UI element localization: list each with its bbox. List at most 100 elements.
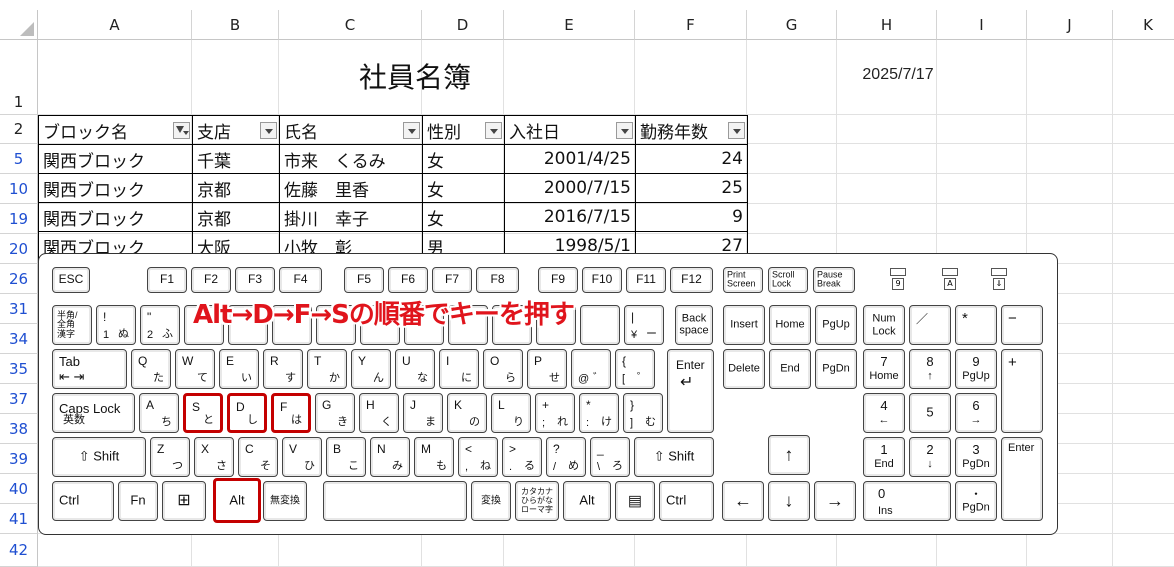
date-cell: 2025/7/17 [862, 66, 934, 83]
cell[interactable]: 24 [635, 144, 748, 174]
key-p: Pせ [527, 349, 567, 389]
column-header[interactable]: H [837, 10, 937, 40]
key-f11: F11 [626, 267, 666, 293]
key-numpad-add: + [1001, 349, 1043, 433]
filter-dropdown-icon[interactable] [616, 122, 633, 139]
cell[interactable]: 25 [635, 173, 748, 203]
key-right-alt: Alt [563, 481, 611, 521]
cell[interactable]: 女 [422, 173, 505, 203]
key-m: Mも [414, 437, 454, 477]
key-arrow-right: → [814, 481, 856, 521]
key-period: >. る [502, 437, 542, 477]
led-scrolllock: ⇓ [990, 268, 1008, 290]
cell[interactable]: 2000/7/15 [504, 173, 636, 203]
key-backspace: Back space [675, 305, 713, 345]
cell[interactable]: 女 [422, 144, 505, 174]
key-scroll-lock: Scroll Lock [768, 267, 808, 293]
row-header[interactable]: 35 [0, 354, 38, 384]
key-slash: ? / め [546, 437, 586, 477]
row-header[interactable]: 40 [0, 474, 38, 504]
row-header[interactable]: 26 [0, 264, 38, 294]
row-header[interactable]: 1 [0, 40, 38, 115]
key-numpad-6: 6 → [955, 393, 997, 433]
column-header[interactable]: C [279, 10, 422, 40]
column-header[interactable]: A [38, 10, 192, 40]
key-numpad-9: 9 PgUp [955, 349, 997, 389]
key-w: Wて [175, 349, 215, 389]
key-print-screen: Print Screen [723, 267, 763, 293]
row-header[interactable]: 10 [0, 174, 38, 204]
key-numpad-multiply: * [955, 305, 997, 345]
key-backslash: _ \ ろ [590, 437, 630, 477]
row-header[interactable]: 42 [0, 534, 38, 567]
cell[interactable]: 関西ブロック [38, 173, 193, 203]
key-arrow-left: ← [722, 481, 764, 521]
key-insert: Insert [723, 305, 765, 345]
key-f8: F8 [476, 267, 519, 293]
key-henkan: 変換 [471, 481, 511, 521]
row-header[interactable]: 31 [0, 294, 38, 324]
cell[interactable]: 関西ブロック [38, 144, 193, 174]
cell[interactable]: 女 [422, 202, 505, 232]
filter-dropdown-icon[interactable] [485, 122, 502, 139]
key-a: Aち [139, 393, 179, 433]
column-header[interactable]: B [192, 10, 279, 40]
filter-dropdown-icon[interactable] [403, 122, 420, 139]
cell[interactable]: 2001/4/25 [504, 144, 636, 174]
row-header[interactable]: 37 [0, 384, 38, 414]
column-header[interactable]: I [937, 10, 1027, 40]
column-header[interactable]: J [1027, 10, 1113, 40]
cell[interactable]: 京都 [192, 173, 280, 203]
key-right-ctrl: Ctrl [659, 481, 714, 521]
key-h: Hく [359, 393, 399, 433]
key-numpad-7: 7 Home [863, 349, 905, 389]
row-header[interactable]: 2 [0, 115, 38, 144]
filter-active-icon[interactable] [173, 122, 190, 139]
key-o: Oら [483, 349, 523, 389]
column-header[interactable]: F [635, 10, 747, 40]
row-header[interactable]: 5 [0, 144, 38, 174]
column-header[interactable]: K [1113, 10, 1174, 40]
key-v: Vひ [282, 437, 322, 477]
cell[interactable]: 掛川 幸子 [279, 202, 423, 232]
key-tab: Tab ⇤ ⇥ [52, 349, 127, 389]
key-g: Gき [315, 393, 355, 433]
key-home: Home [769, 305, 811, 345]
column-header[interactable]: D [422, 10, 504, 40]
key-numpad-3: 3 PgDn [955, 437, 997, 477]
key-left-ctrl: Ctrl [52, 481, 114, 521]
table-row: 関西ブロック 京都 佐藤 里香女 2000/7/15 25 [38, 173, 748, 203]
key-fn: Fn [118, 481, 158, 521]
key-numpad-2: 2 ↓ [909, 437, 951, 477]
key-s-highlighted: Sと [183, 393, 223, 433]
row-header[interactable]: 34 [0, 324, 38, 354]
row-header[interactable]: 39 [0, 444, 38, 474]
key-delete: Delete [723, 349, 765, 389]
cell[interactable]: 京都 [192, 202, 280, 232]
cell[interactable]: 9 [635, 202, 748, 232]
cell[interactable]: 2016/7/15 [504, 202, 636, 232]
header-years: 勤務年数 [635, 115, 748, 145]
row-header[interactable]: 38 [0, 414, 38, 444]
key-n: Nみ [370, 437, 410, 477]
key-f3: F3 [235, 267, 275, 293]
key-b: Bこ [326, 437, 366, 477]
cell[interactable]: 千葉 [192, 144, 280, 174]
cell[interactable]: 市来 くるみ [279, 144, 423, 174]
key-left-shift: ⇧ Shift [52, 437, 146, 477]
filter-dropdown-icon[interactable] [728, 122, 745, 139]
key-esc: ESC [52, 267, 90, 293]
row-header[interactable]: 41 [0, 504, 38, 534]
filter-dropdown-icon[interactable] [260, 122, 277, 139]
row-header[interactable]: 20 [0, 234, 38, 264]
key-f1: F1 [147, 267, 187, 293]
cell[interactable]: 関西ブロック [38, 202, 193, 232]
column-header[interactable]: E [504, 10, 635, 40]
column-header[interactable]: G [747, 10, 837, 40]
cell[interactable]: 佐藤 里香 [279, 173, 423, 203]
key-numpad-enter: Enter [1001, 437, 1043, 521]
key-f4: F4 [279, 267, 322, 293]
key-f6: F6 [388, 267, 428, 293]
select-all-corner[interactable] [0, 10, 38, 40]
row-header[interactable]: 19 [0, 204, 38, 234]
